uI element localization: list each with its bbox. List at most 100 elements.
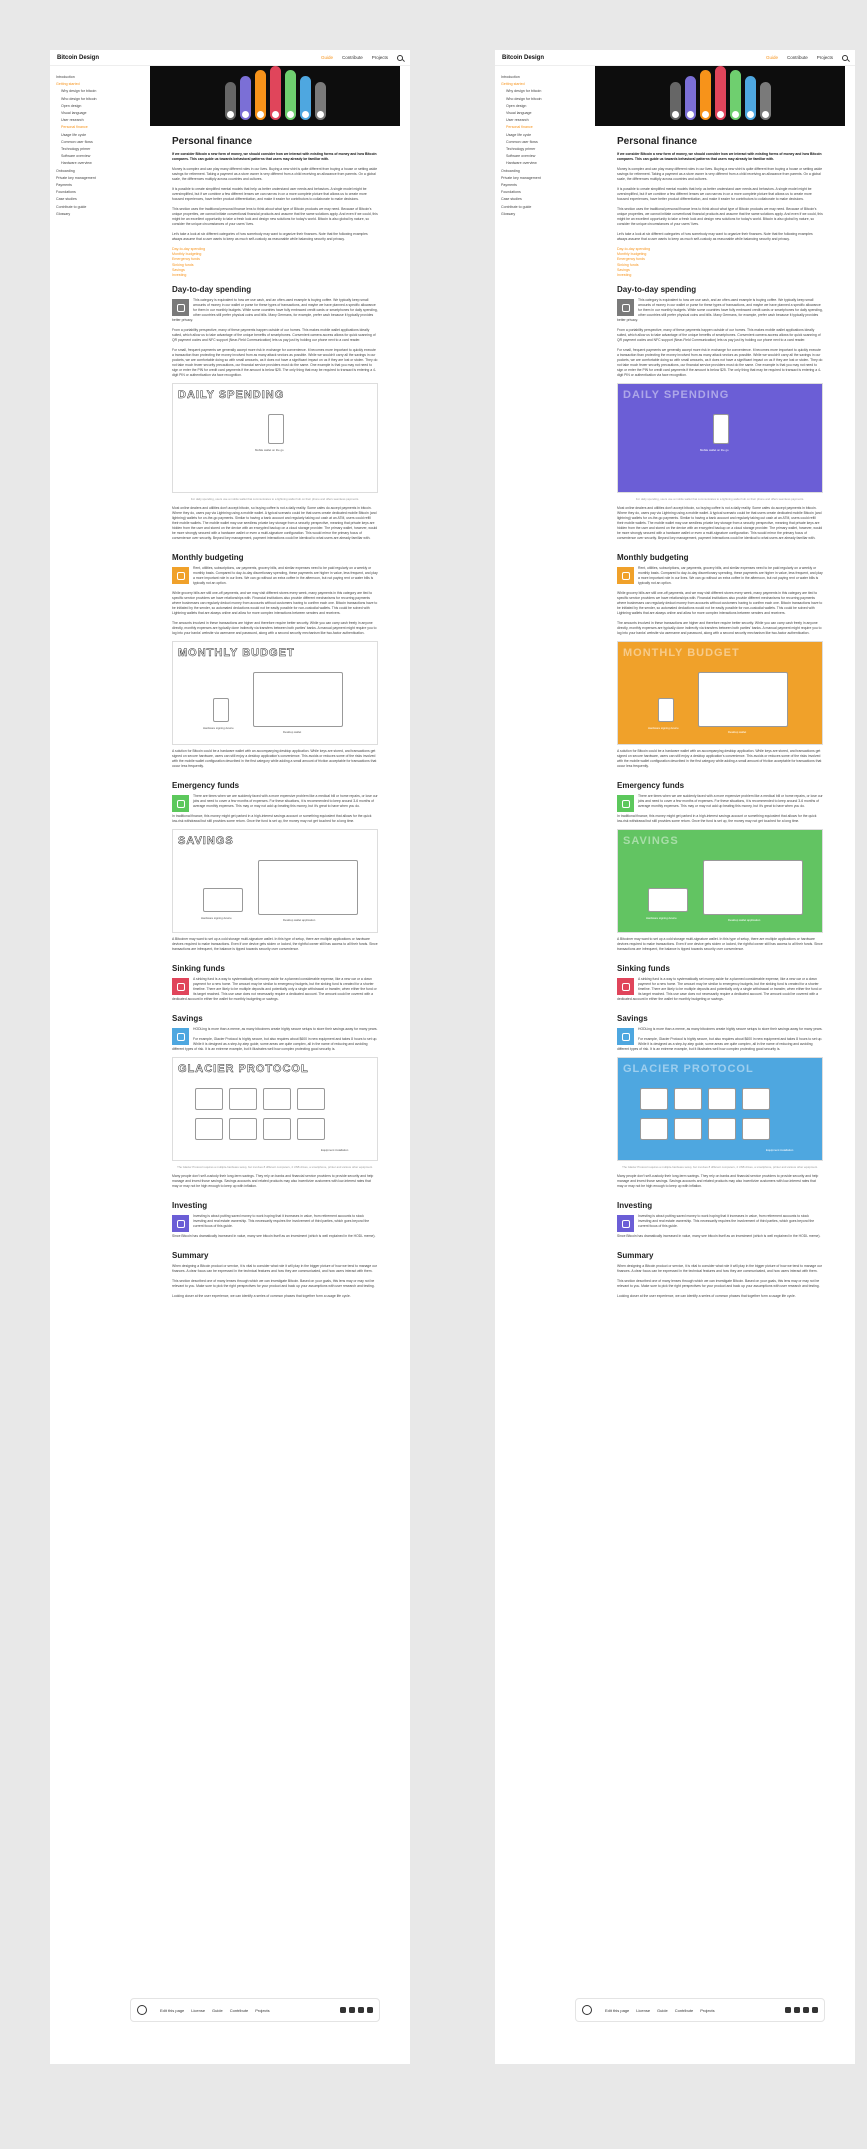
twitter-icon[interactable] [803, 2007, 809, 2013]
youtube-icon[interactable] [367, 2007, 373, 2013]
intro-paragraph: Let's take a look at six different categ… [617, 232, 813, 241]
sidebar-item[interactable]: Payments [56, 182, 150, 189]
slack-icon[interactable] [785, 2007, 791, 2013]
article: Personal finance If we consider Bitcoin … [595, 126, 845, 1314]
footer-link-edit[interactable]: Edit this page [160, 2008, 184, 2013]
footer-link-license[interactable]: License [191, 2008, 205, 2013]
nav-projects[interactable]: Projects [372, 55, 388, 60]
footer-logo-icon[interactable] [137, 2005, 147, 2015]
footer-link-license[interactable]: License [636, 2008, 650, 2013]
footer-link-guide[interactable]: Guide [212, 2008, 223, 2013]
sidebar-item[interactable]: Who design for bitcoin [56, 96, 150, 103]
section-paragraph: There are times when we are suddenly fac… [193, 794, 378, 809]
sidebar-item[interactable]: Technology primer [501, 146, 595, 153]
toc-link[interactable]: Investing [617, 273, 823, 278]
footer-link-guide[interactable]: Guide [657, 2008, 668, 2013]
sidebar-item[interactable]: User research [501, 117, 595, 124]
sidebar-item[interactable]: Open design [501, 103, 595, 110]
sidebar-item[interactable]: Foundations [501, 189, 595, 196]
sidebar-item[interactable]: Case studies [501, 196, 595, 203]
github-icon[interactable] [349, 2007, 355, 2013]
sidebar-item[interactable]: Common user flows [501, 139, 595, 146]
sidebar-item[interactable]: Visual language [56, 110, 150, 117]
twitter-icon[interactable] [358, 2007, 364, 2013]
sidebar-item[interactable]: Why design for bitcoin [56, 88, 150, 95]
category-icon [617, 1028, 634, 1046]
footer-logo-icon[interactable] [582, 2005, 592, 2015]
sidebar-item[interactable]: Contribute to guide [56, 204, 150, 211]
footer-link-projects[interactable]: Projects [700, 2008, 714, 2013]
nav-projects[interactable]: Projects [817, 55, 833, 60]
nav-contribute[interactable]: Contribute [342, 55, 363, 60]
github-icon[interactable] [794, 2007, 800, 2013]
section-paragraph: This category is equivalent to how we us… [172, 298, 378, 323]
nav-contribute[interactable]: Contribute [787, 55, 808, 60]
search-icon[interactable] [842, 54, 848, 61]
sidebar-item[interactable]: Open design [56, 103, 150, 110]
main-menu: Guide Contribute Projects [321, 54, 403, 61]
category-icon [617, 1215, 634, 1233]
search-icon[interactable] [397, 54, 403, 61]
sidebar-item[interactable]: Getting started [56, 81, 150, 88]
computer-device [263, 1118, 291, 1141]
section-paragraph: When designing a Bitcoin product or serv… [617, 1264, 823, 1274]
sidebar-item[interactable]: User research [56, 117, 150, 124]
sidebar-item[interactable]: Why design for bitcoin [501, 88, 595, 95]
sidebar-item[interactable]: Private key management [56, 175, 150, 182]
site-logo[interactable]: Bitcoin Design [57, 55, 99, 61]
footer-link-contribute[interactable]: Contribute [675, 2008, 693, 2013]
device-label: Hardware signing device [203, 726, 234, 731]
sidebar-item[interactable]: Software overview [56, 153, 150, 160]
sidebar-item[interactable]: Software overview [501, 153, 595, 160]
sidebar-item[interactable]: Usage life cycle [501, 132, 595, 139]
footer-link-edit[interactable]: Edit this page [605, 2008, 629, 2013]
sidebar-item[interactable]: Personal finance [501, 124, 595, 131]
illustration: GLACIER PROTOCOL Equipment installation [617, 1057, 823, 1162]
section-paragraph: Since Bitcoin has dramatically increased… [172, 1234, 376, 1239]
sidebar-item[interactable]: Personal finance [56, 124, 150, 131]
slack-icon[interactable] [340, 2007, 346, 2013]
sidebar-item[interactable]: Usage life cycle [56, 132, 150, 139]
section-paragraph: For example, Glacier Protocol is highly … [617, 1037, 823, 1052]
sidebar-item[interactable]: Technology primer [56, 146, 150, 153]
hero-pill [224, 82, 236, 120]
sidebar-item[interactable]: Contribute to guide [501, 204, 595, 211]
sidebar-item[interactable]: Onboarding [56, 168, 150, 175]
nav-guide[interactable]: Guide [321, 55, 333, 60]
sidebar-item[interactable]: Payments [501, 182, 595, 189]
sidebar-item[interactable]: Onboarding [501, 168, 595, 175]
illustration: MONTHLY BUDGET Hardware signing device Des… [172, 641, 378, 746]
sidebar-item[interactable]: Visual language [501, 110, 595, 117]
main-content: Personal finance If we consider Bitcoin … [595, 66, 845, 1314]
sidebar-item[interactable]: Hardware overview [501, 160, 595, 167]
category-icon [716, 111, 724, 118]
sidebar-item[interactable]: Private key management [501, 175, 595, 182]
category-icon [286, 111, 294, 118]
nav-guide[interactable]: Guide [766, 55, 778, 60]
youtube-icon[interactable] [812, 2007, 818, 2013]
device-label: Equipment installation [766, 1148, 794, 1153]
sidebar-item[interactable]: Glossary [501, 211, 595, 218]
computer-device [640, 1118, 668, 1141]
sidebar-item[interactable]: Glossary [56, 211, 150, 218]
sidebar-item[interactable]: Who design for bitcoin [501, 96, 595, 103]
sidebar-item[interactable]: Getting started [501, 81, 595, 88]
device-label: Equipment installation [321, 1148, 349, 1153]
footer-link-projects[interactable]: Projects [255, 2008, 269, 2013]
device-illustration [698, 672, 788, 728]
section-sinking-funds: Sinking funds A sinking fund is a way to … [172, 964, 378, 1007]
illustration-title: MONTHLY BUDGET [178, 647, 295, 660]
hero-pill [759, 82, 771, 120]
site-logo[interactable]: Bitcoin Design [502, 55, 544, 61]
sidebar-item[interactable]: Introduction [501, 74, 595, 81]
sidebar-item[interactable]: Case studies [56, 196, 150, 203]
section-paragraph: Looking closer at the user experience, w… [172, 1294, 351, 1299]
section-paragraph: From a portability perspective, many of … [172, 328, 376, 343]
toc-link[interactable]: Investing [172, 273, 378, 278]
section-paragraph: From a portability perspective, many of … [617, 328, 821, 343]
sidebar-item[interactable]: Common user flows [56, 139, 150, 146]
sidebar-item[interactable]: Hardware overview [56, 160, 150, 167]
sidebar-item[interactable]: Foundations [56, 189, 150, 196]
sidebar-item[interactable]: Introduction [56, 74, 150, 81]
footer-link-contribute[interactable]: Contribute [230, 2008, 248, 2013]
